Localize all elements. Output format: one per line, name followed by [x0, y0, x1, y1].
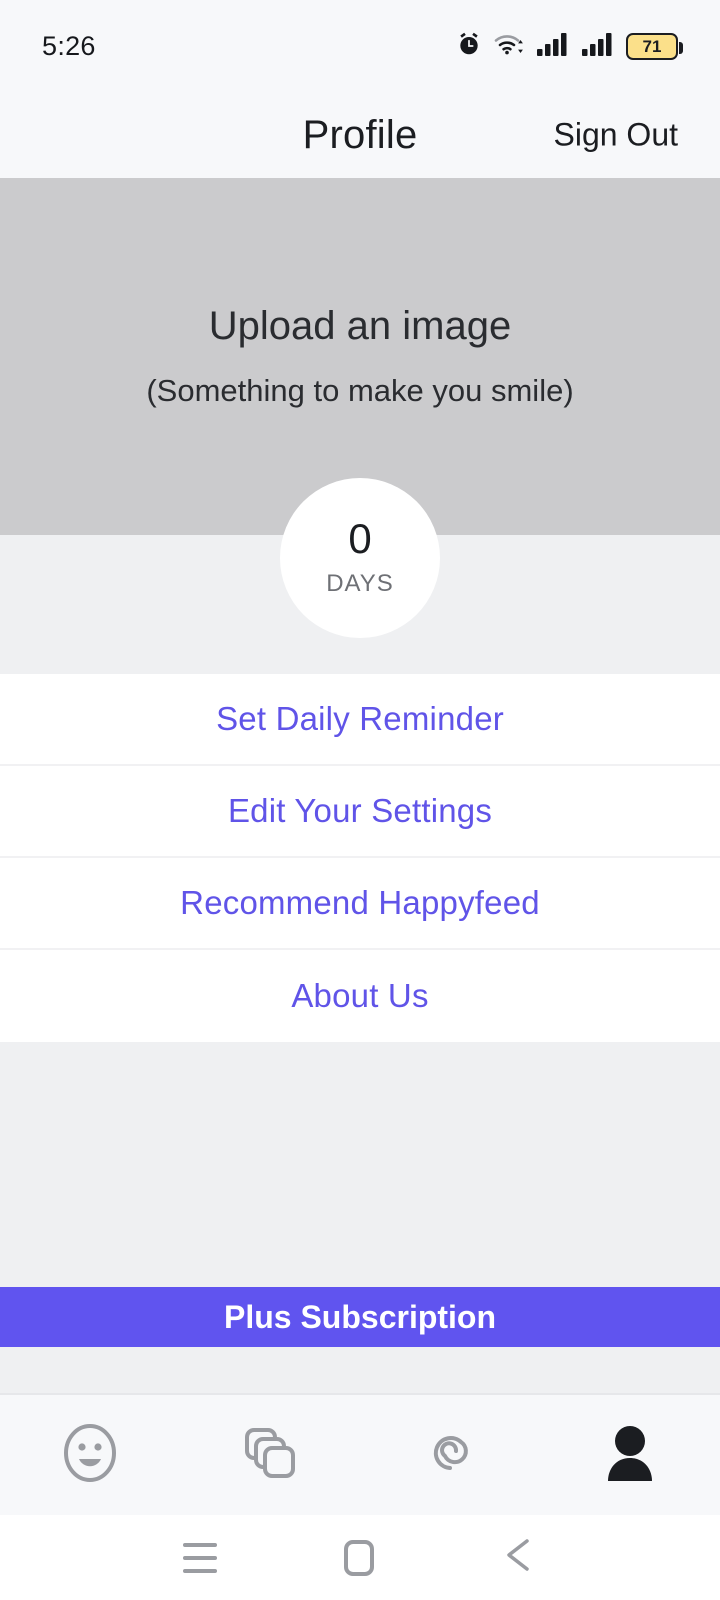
android-nav-bar [0, 1515, 720, 1600]
battery-percent: 71 [642, 36, 662, 56]
content-spacer [0, 1042, 720, 1287]
streak-counter: 0 DAYS [280, 478, 440, 638]
tab-journals[interactable] [180, 1422, 360, 1489]
home-icon [343, 1539, 374, 1576]
stacked-cards-icon [239, 1422, 301, 1489]
recents-button[interactable] [183, 1542, 218, 1573]
alarm-clock-icon [456, 31, 482, 62]
bottom-tab-bar [0, 1393, 720, 1515]
status-time: 5:26 [42, 30, 96, 61]
spiral-icon [420, 1423, 480, 1488]
status-bar: 5:26 71 [0, 0, 720, 92]
streak-count: 0 [348, 515, 372, 562]
plus-subscription-button[interactable]: Plus Subscription [0, 1287, 720, 1347]
status-icons: 71 [456, 31, 683, 62]
upload-title: Upload an image [208, 304, 512, 348]
streak-unit: DAYS [326, 570, 394, 597]
menu-item-edit-your-settings[interactable]: Edit Your Settings [0, 766, 720, 858]
sign-out-button[interactable]: Sign Out [553, 117, 678, 154]
signal-icon-1 [536, 31, 570, 62]
signal-icon-2 [581, 31, 615, 62]
menu-item-recommend-happyfeed[interactable]: Recommend Happyfeed [0, 858, 720, 950]
tab-smiley[interactable] [0, 1422, 180, 1489]
phone-screen: 5:26 71 Profile Sign Out Upload an image… [0, 0, 720, 1600]
smiley-face-icon [61, 1422, 119, 1489]
recents-icon [183, 1542, 218, 1573]
page-title: Profile [302, 112, 418, 157]
menu-item-set-daily-reminder[interactable]: Set Daily Reminder [0, 674, 720, 766]
tab-spiral[interactable] [360, 1423, 540, 1488]
wifi-icon [493, 31, 525, 62]
back-button[interactable] [501, 1535, 537, 1580]
back-icon [501, 1535, 537, 1580]
home-button[interactable] [343, 1539, 374, 1576]
tab-profile[interactable] [540, 1423, 720, 1488]
plus-subscription-label: Plus Subscription [223, 1298, 497, 1335]
profile-menu-list: Set Daily Reminder Edit Your Settings Re… [0, 674, 720, 1042]
upload-subtitle: (Something to make you smile) [146, 373, 574, 408]
menu-item-about-us[interactable]: About Us [0, 950, 720, 1042]
battery-icon: 71 [626, 32, 683, 60]
person-icon [601, 1423, 659, 1488]
app-header: Profile Sign Out [0, 92, 720, 178]
subscription-spacer [0, 1347, 720, 1393]
